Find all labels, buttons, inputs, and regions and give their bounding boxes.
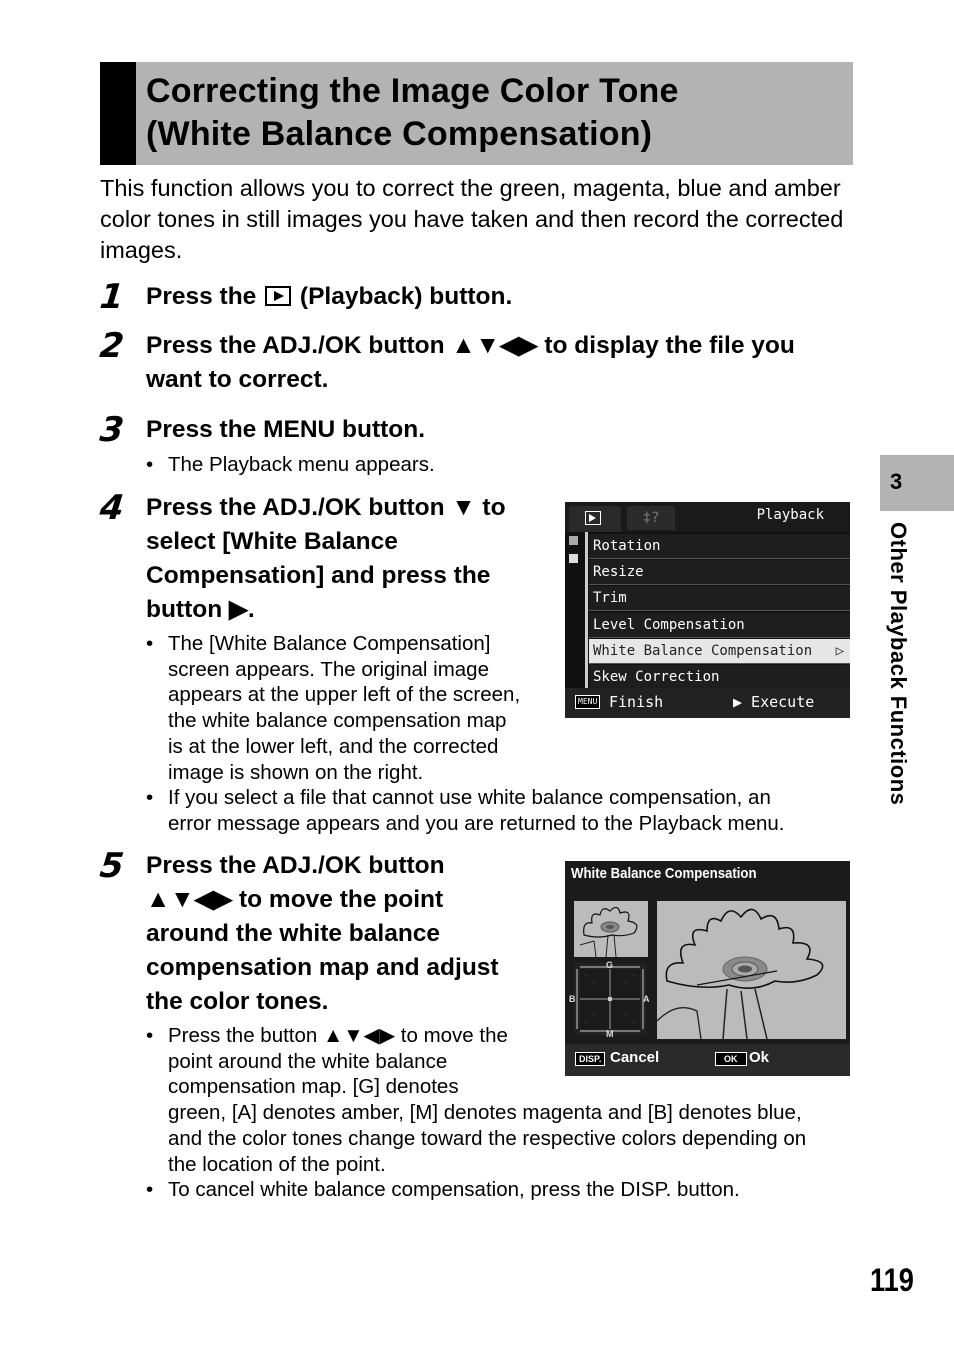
- bullet-line: image is shown on the right.: [168, 760, 424, 784]
- step-text-line: select [White Balance: [146, 528, 398, 555]
- bullet-line: and the color tones change toward the re…: [168, 1126, 807, 1150]
- step-text: Press the ADJ./OK button ▲▼◀▶ to display…: [146, 329, 795, 397]
- menu-name: Playback: [756, 507, 824, 523]
- step-text-line: around the white balance: [146, 920, 441, 947]
- map-label-blue: B: [569, 994, 576, 1004]
- playback-icon: [265, 286, 292, 306]
- step-number: 4: [97, 488, 126, 528]
- step-text-line: Press the ADJ./OK button ▲▼◀▶ to display…: [146, 332, 795, 359]
- step-text: Press the ADJ./OK button ▲▼◀▶ to move th…: [146, 849, 499, 1019]
- step-text-line: the color tones.: [146, 988, 329, 1015]
- page-indicator: [565, 532, 585, 688]
- step-text: Press the (Playback) button.: [146, 280, 512, 314]
- cancel-label: Cancel: [610, 1049, 660, 1066]
- menu-item-label: Skew Correction: [593, 668, 720, 685]
- page-indicator-inactive: [569, 554, 578, 563]
- map-point: [608, 997, 612, 1001]
- page-indicator-active: [569, 536, 578, 545]
- menu-item-label: Rotation: [593, 538, 661, 554]
- menu-item-skew-correction: Skew Correction: [589, 664, 850, 690]
- bullet-line: is at the lower left, and the corrected: [168, 734, 499, 758]
- step-text-line: ▲▼◀▶ to move the point: [146, 886, 444, 913]
- bullet-line: To cancel white balance compensation, pr…: [168, 1178, 740, 1202]
- step-text-after: (Playback) button.: [293, 283, 513, 310]
- playback-tab: [569, 506, 621, 532]
- chapter-label: Other Playback Functions: [886, 522, 911, 806]
- menu-tab-bar: ‡? Playback: [565, 502, 850, 532]
- step-number: 2: [97, 326, 126, 366]
- menu-item-label: White Balance Compensation: [593, 642, 813, 659]
- step-text-line: button ▶.: [146, 596, 255, 623]
- finish-label: Finish: [609, 693, 664, 711]
- menu-item-list: Rotation Resize Trim Level Compensation …: [589, 534, 850, 691]
- map-grid: [576, 966, 644, 1032]
- map-label-green: G: [606, 960, 614, 970]
- step-number: 5: [97, 846, 126, 886]
- title-line-1: Correcting the Image Color Tone: [146, 72, 679, 110]
- bullet-line: error message appears and you are return…: [168, 811, 785, 835]
- map-label-amber: A: [643, 994, 650, 1004]
- step-text: Press the ADJ./OK button ▼ to select [Wh…: [146, 491, 506, 627]
- ok-key-icon: OK: [715, 1052, 747, 1066]
- menu-item-rotation: Rotation: [589, 534, 850, 559]
- menu-item-white-balance-compensation: White Balance Compensation ▷: [589, 638, 850, 664]
- playback-menu-screenshot: ‡? Playback Rotation Resize Trim Level C…: [565, 502, 850, 718]
- intro-paragraph: This function allows you to correct the …: [100, 175, 844, 263]
- bullet-line: If you select a file that cannot use whi…: [168, 786, 771, 810]
- menu-item-label: Resize: [593, 564, 644, 581]
- step-3-bullets: The Playback menu appears.: [146, 452, 435, 478]
- screen-title: White Balance Compensation: [571, 865, 757, 882]
- bullet-item: The Playback menu appears.: [146, 452, 435, 478]
- title-line-2: (White Balance Compensation): [146, 115, 653, 153]
- step-text-before: Press the: [146, 283, 264, 310]
- step-text-line: want to correct.: [146, 366, 329, 393]
- chapter-tab: 3: [880, 455, 954, 511]
- screen-footer: DISP. Cancel OK Ok: [565, 1044, 850, 1076]
- execute-label: ▶ Execute: [733, 693, 815, 711]
- bullet-item: To cancel white balance compensation, pr…: [146, 1177, 806, 1203]
- menu-item-level-compensation: Level Compensation: [589, 612, 850, 638]
- step-text-line: compensation map and adjust: [146, 954, 499, 981]
- title-accent-bar: [100, 62, 136, 165]
- settings-tab-icon: ‡?: [627, 506, 675, 530]
- bullet-line: the location of the point.: [168, 1152, 386, 1176]
- bullet-item: If you select a file that cannot use whi…: [146, 785, 785, 836]
- flower-preview-drawing: [657, 908, 824, 1039]
- menu-divider: [585, 532, 588, 688]
- step-text-line: Press the ADJ./OK button: [146, 852, 445, 879]
- section-title-block: Correcting the Image Color Tone (White B…: [100, 62, 853, 165]
- original-image-thumbnail: [574, 901, 648, 957]
- disp-key-icon: DISP.: [575, 1052, 606, 1066]
- menu-footer: MENU Finish ▶ Execute: [565, 688, 850, 718]
- map-label-magenta: M: [606, 1029, 614, 1039]
- step-text-line: Press the ADJ./OK button ▼ to: [146, 494, 506, 521]
- white-balance-map[interactable]: G M B A: [569, 960, 650, 1039]
- page-title: Correcting the Image Color Tone (White B…: [146, 70, 679, 156]
- step-text-line: Compensation] and press the: [146, 562, 491, 589]
- menu-item-label: Trim: [593, 590, 627, 607]
- chevron-right-icon: ▷: [835, 642, 844, 659]
- chapter-number: 3: [890, 469, 903, 494]
- step-number: 3: [97, 410, 126, 450]
- corrected-image-preview: [657, 901, 846, 1039]
- ok-label: Ok: [749, 1049, 770, 1066]
- menu-item-trim: Trim: [589, 586, 850, 612]
- step-text: Press the MENU button.: [146, 416, 426, 443]
- menu-item-resize: Resize: [589, 560, 850, 586]
- bullet-line: compensation map. [G] denotes: [168, 1075, 459, 1099]
- playback-icon: [585, 511, 601, 525]
- step-number: 1: [97, 277, 126, 317]
- bullet-line: green, [A] denotes amber, [M] denotes ma…: [168, 1101, 802, 1125]
- page-number: 119: [870, 1262, 914, 1298]
- menu-item-label: Level Compensation: [593, 616, 745, 633]
- menu-key-icon: MENU: [575, 695, 601, 709]
- flower-thumbnail-drawing: [579, 906, 638, 957]
- white-balance-screenshot: White Balance Compensation G M B A DISP.…: [565, 861, 850, 1076]
